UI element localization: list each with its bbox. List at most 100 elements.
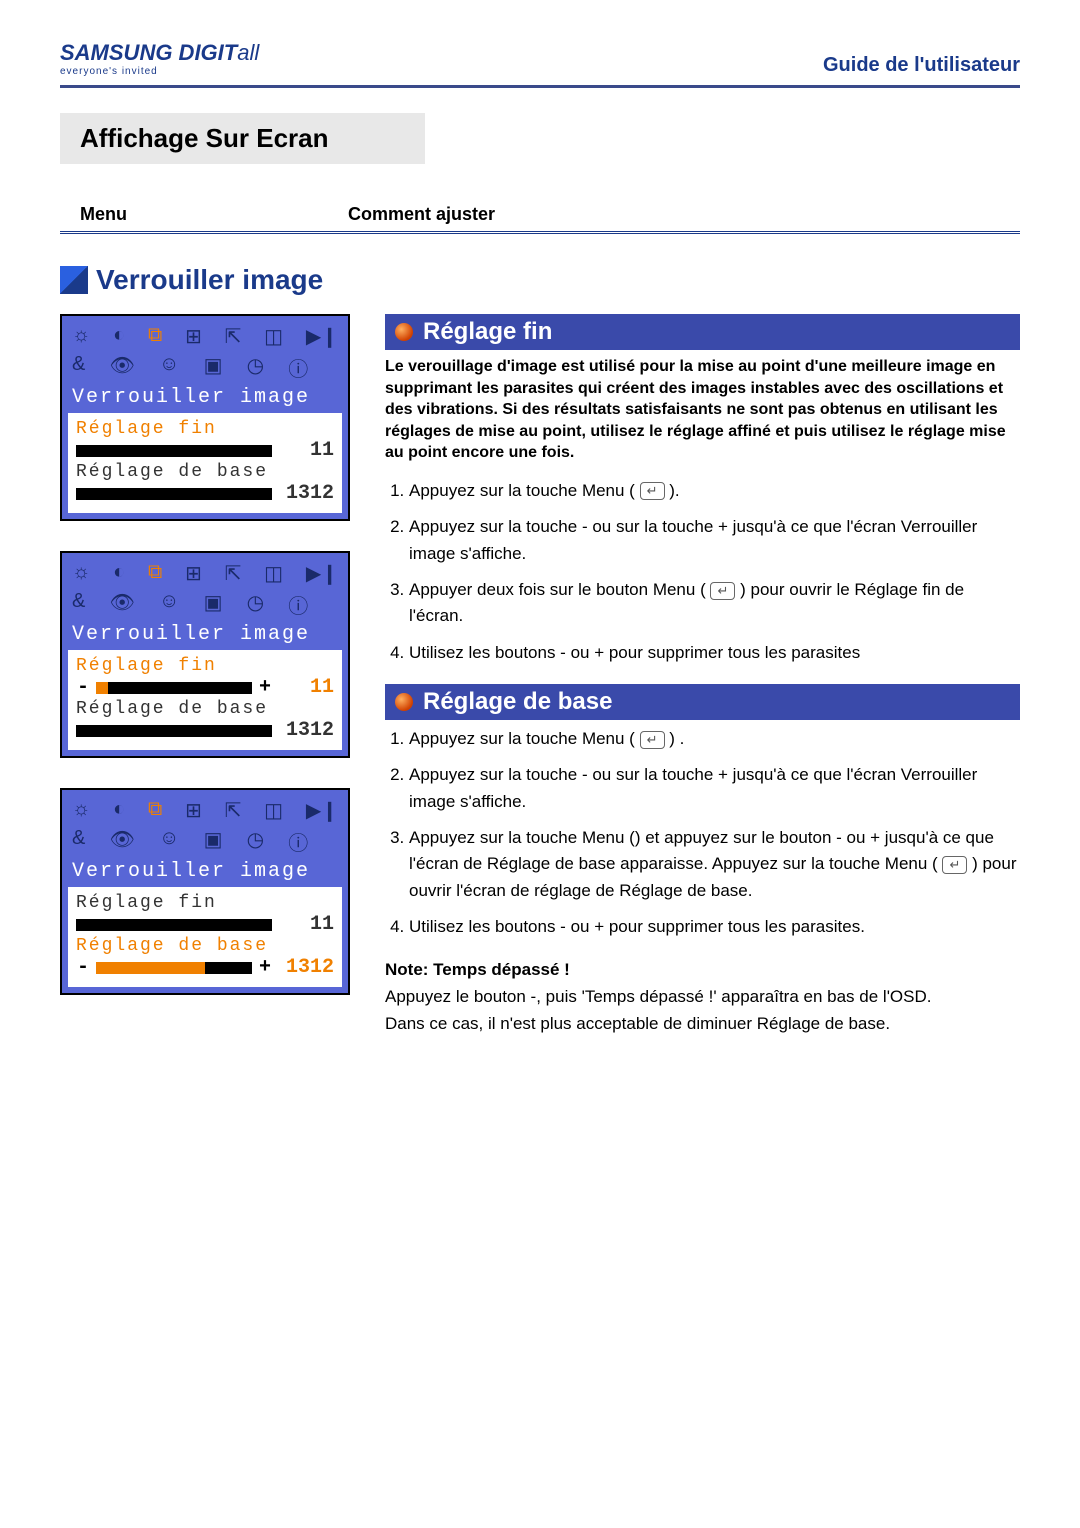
pip-icon: ◫ (264, 798, 283, 823)
osd-coarse-bar (76, 725, 272, 737)
page-title-bar: Affichage Sur Ecran (60, 113, 425, 164)
color-icon: & (72, 827, 85, 856)
osd-icon-row-2: & 👁 ☺ ▣ ◷ ⓘ (68, 588, 342, 621)
osd-fine-value: 11 (278, 676, 334, 699)
fine-intro: Le verouillage d'image est utilisé pour … (385, 356, 1020, 464)
next-icon: ▶❙ (306, 561, 338, 586)
menu-button-icon: ↵ (640, 482, 665, 500)
osd-fine-value: 11 (278, 913, 334, 936)
position-icon: ⊞ (185, 561, 202, 586)
menu-button-icon: ↵ (640, 731, 665, 749)
pip-icon: ◫ (264, 561, 283, 586)
smile-icon: ☺ (159, 827, 179, 856)
color-icon: & (72, 590, 85, 619)
osd-coarse-label: Réglage de base (76, 462, 334, 482)
osd-fine-value: 11 (278, 439, 334, 462)
section-heading: Verrouiller image (60, 264, 1020, 296)
coarse-step-2: Appuyez sur la touche - ou sur la touche… (409, 762, 1020, 815)
logo-script: all (237, 40, 259, 65)
brightness-icon: ☼ (72, 798, 90, 823)
osd-screenshots-column: ☼ ◐ ⧉ ⊞ ⇱ ◫ ▶❙ & 👁 ☺ ▣ ◷ ⓘ Verro (60, 314, 360, 1037)
lock-icon: ⧉ (148, 561, 162, 586)
brand-logo: SAMSUNG DIGITall everyone's invited (60, 40, 259, 77)
fine-step-1: Appuyez sur la touche Menu ( ↵ ). (409, 478, 1020, 504)
coarse-steps: Appuyez sur la touche Menu ( ↵ ) . Appuy… (385, 726, 1020, 940)
expand-icon: ⇱ (225, 324, 242, 349)
lock-icon: ⧉ (148, 324, 162, 349)
column-headers: Menu Comment ajuster (60, 204, 1020, 234)
color-icon: & (72, 353, 85, 382)
note-body-2: Dans ce cas, il n'est plus acceptable de… (385, 1011, 1020, 1037)
coarse-heading: Réglage de base (385, 684, 1020, 720)
square-bullet-icon (60, 266, 88, 294)
osd-coarse-value: 1312 (278, 719, 334, 742)
instructions-column: Réglage fin Le verouillage d'image est u… (385, 314, 1020, 1037)
next-icon: ▶❙ (306, 798, 338, 823)
plus-button: + (258, 676, 272, 699)
osd-icon-row-1: ☼ ◐ ⧉ ⊞ ⇱ ◫ ▶❙ (68, 796, 342, 825)
osd-coarse-bar (76, 488, 272, 500)
coarse-step-3: Appuyez sur la touche Menu () et appuyez… (409, 825, 1020, 904)
osd-fine-bar (76, 445, 272, 457)
smile-icon: ☺ (159, 590, 179, 619)
plus-button: + (258, 956, 272, 979)
osd-fine-bar (96, 682, 252, 694)
osd-coarse-value: 1312 (278, 482, 334, 505)
osd-panel-1: ☼ ◐ ⧉ ⊞ ⇱ ◫ ▶❙ & 👁 ☺ ▣ ◷ ⓘ Verro (60, 314, 350, 521)
menu-button-icon: ↵ (710, 582, 735, 600)
fine-step-4: Utilisez les boutons - ou + pour supprim… (409, 640, 1020, 666)
info-icon: ⓘ (288, 353, 308, 382)
spacer-icon (332, 827, 338, 856)
smile-icon: ☺ (159, 353, 179, 382)
osd-title: Verrouiller image (68, 858, 342, 887)
position-icon: ⊞ (185, 324, 202, 349)
next-icon: ▶❙ (306, 324, 338, 349)
clock-icon: ◷ (247, 353, 264, 382)
lock-icon: ⧉ (148, 798, 162, 823)
fine-heading: Réglage fin (385, 314, 1020, 350)
page-title: Affichage Sur Ecran (80, 123, 405, 154)
osd-panel-3: ☼ ◐ ⧉ ⊞ ⇱ ◫ ▶❙ & 👁 ☺ ▣ ◷ ⓘ Verro (60, 788, 350, 995)
osd-icon-row-1: ☼ ◐ ⧉ ⊞ ⇱ ◫ ▶❙ (68, 559, 342, 588)
spacer-icon (332, 590, 338, 619)
page-icon: ▣ (204, 827, 223, 856)
fine-steps: Appuyez sur la touche Menu ( ↵ ). Appuye… (385, 478, 1020, 666)
eye-icon: 👁 (109, 827, 134, 856)
page-header: SAMSUNG DIGITall everyone's invited Guid… (60, 40, 1020, 88)
eye-icon: 👁 (109, 353, 134, 382)
contrast-icon: ◐ (113, 798, 125, 823)
menu-button-icon: ↵ (942, 856, 967, 874)
note-body-1: Appuyez le bouton -, puis 'Temps dépassé… (385, 984, 1020, 1010)
fine-step-3: Appuyer deux fois sur le bouton Menu ( ↵… (409, 577, 1020, 630)
contrast-icon: ◐ (113, 561, 125, 586)
osd-fine-label: Réglage fin (76, 656, 334, 676)
brightness-icon: ☼ (72, 324, 90, 349)
osd-fine-bar (76, 919, 272, 931)
page-icon: ▣ (204, 590, 223, 619)
osd-coarse-bar (96, 962, 252, 974)
osd-panel-2: ☼ ◐ ⧉ ⊞ ⇱ ◫ ▶❙ & 👁 ☺ ▣ ◷ ⓘ Verro (60, 551, 350, 758)
minus-button: - (76, 956, 90, 979)
osd-title: Verrouiller image (68, 384, 342, 413)
expand-icon: ⇱ (225, 561, 242, 586)
pip-icon: ◫ (264, 324, 283, 349)
osd-title: Verrouiller image (68, 621, 342, 650)
osd-coarse-value: 1312 (278, 956, 334, 979)
coarse-step-4: Utilisez les boutons - ou + pour supprim… (409, 914, 1020, 940)
contrast-icon: ◐ (113, 324, 125, 349)
logo-main: SAMSUNG DIGIT (60, 40, 237, 65)
osd-icon-row-2: & 👁 ☺ ▣ ◷ ⓘ (68, 351, 342, 384)
main-content: ☼ ◐ ⧉ ⊞ ⇱ ◫ ▶❙ & 👁 ☺ ▣ ◷ ⓘ Verro (60, 314, 1020, 1037)
page-icon: ▣ (204, 353, 223, 382)
osd-icon-row-1: ☼ ◐ ⧉ ⊞ ⇱ ◫ ▶❙ (68, 322, 342, 351)
spacer-icon (332, 353, 338, 382)
osd-coarse-label: Réglage de base (76, 936, 334, 956)
osd-fine-label: Réglage fin (76, 893, 334, 913)
eye-icon: 👁 (109, 590, 134, 619)
minus-button: - (76, 676, 90, 699)
position-icon: ⊞ (185, 798, 202, 823)
expand-icon: ⇱ (225, 798, 242, 823)
col-menu: Menu (60, 204, 348, 225)
coarse-step-1: Appuyez sur la touche Menu ( ↵ ) . (409, 726, 1020, 752)
col-adjust: Comment ajuster (348, 204, 495, 225)
